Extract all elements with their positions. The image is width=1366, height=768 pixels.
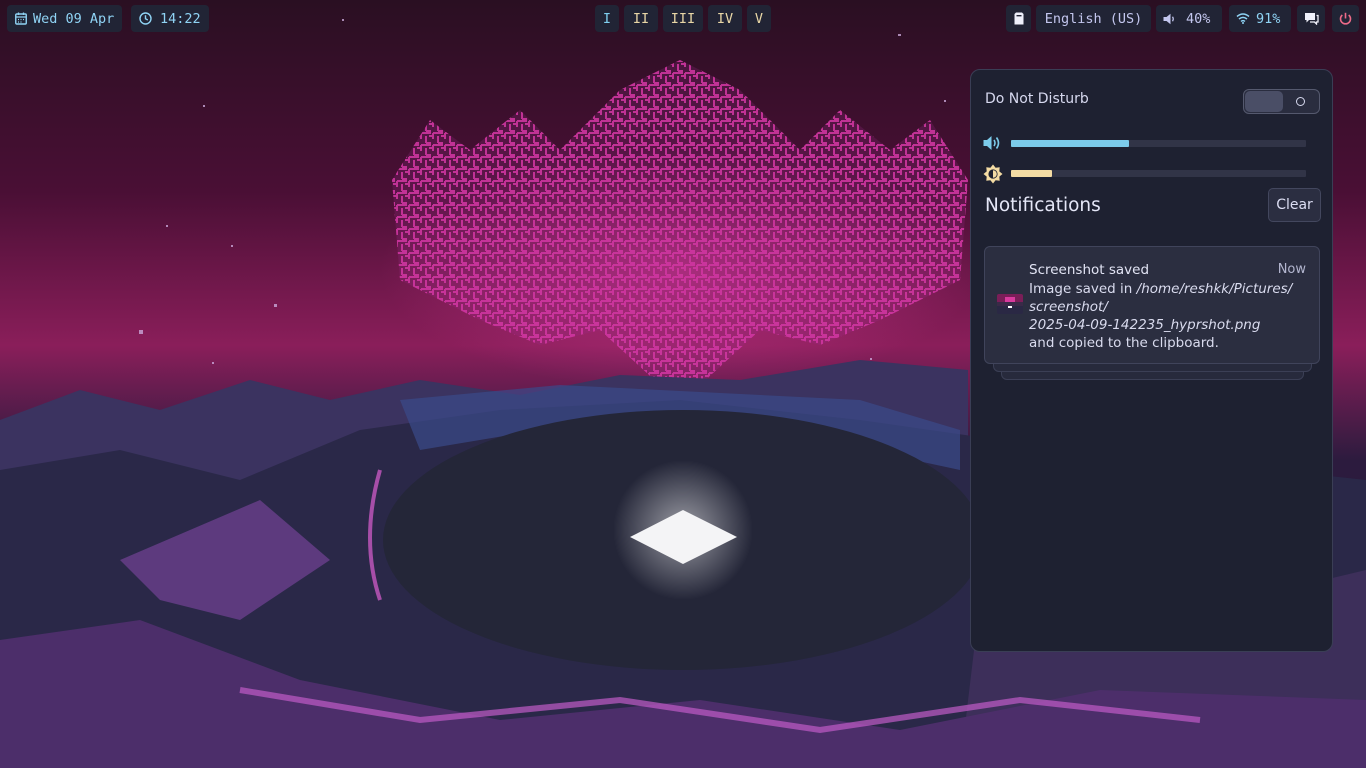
dnd-label: Do Not Disturb bbox=[985, 91, 1089, 107]
volume-slider-fill bbox=[1011, 140, 1129, 147]
speaker-icon bbox=[1163, 13, 1176, 25]
screenshot-thumbnail-icon bbox=[997, 294, 1023, 314]
notification-path-line2: screenshot/ bbox=[1029, 299, 1108, 315]
workspace-1[interactable]: I bbox=[595, 5, 619, 32]
notification-time: Now bbox=[1277, 262, 1306, 277]
date-label: Wed 09 Apr bbox=[33, 10, 115, 27]
notification-body: Image saved in /home/reshkk/Pictures/ sc… bbox=[1029, 280, 1315, 352]
brightness-icon bbox=[983, 164, 1003, 188]
notification-card[interactable]: Screenshot saved Now Image saved in /hom… bbox=[984, 246, 1320, 364]
time-label: 14:22 bbox=[160, 10, 201, 27]
notification-summary: Screenshot saved bbox=[1029, 262, 1150, 278]
calendar-icon bbox=[15, 12, 27, 25]
dnd-toggle[interactable] bbox=[1243, 89, 1320, 114]
notification-body-suffix: and copied to the clipboard. bbox=[1029, 335, 1219, 351]
workspace-label: I bbox=[602, 10, 612, 27]
keyboard-layout-label: English (US) bbox=[1044, 10, 1143, 27]
workspace-2[interactable]: II bbox=[624, 5, 658, 32]
notification-center-button[interactable] bbox=[1297, 5, 1325, 32]
workspace-label: IV bbox=[716, 10, 734, 27]
power-button[interactable] bbox=[1332, 5, 1359, 32]
keyboard-layout-widget[interactable]: English (US) bbox=[1036, 5, 1151, 32]
volume-widget[interactable]: 40% bbox=[1156, 5, 1222, 32]
workspace-5[interactable]: V bbox=[747, 5, 771, 32]
workspace-label: II bbox=[632, 10, 650, 27]
control-center-panel: Do Not Disturb Notifications Clear Scree… bbox=[970, 69, 1333, 652]
notification-chat-icon bbox=[1304, 12, 1319, 25]
wifi-label: 91% bbox=[1256, 10, 1281, 27]
brightness-slider[interactable] bbox=[1011, 170, 1306, 177]
power-icon bbox=[1339, 12, 1352, 25]
workspace-label: V bbox=[754, 10, 764, 27]
clock-icon bbox=[139, 12, 152, 25]
clock-widget[interactable]: 14:22 bbox=[131, 5, 209, 32]
date-widget[interactable]: Wed 09 Apr bbox=[7, 5, 122, 32]
clear-button-label: Clear bbox=[1276, 197, 1313, 213]
brightness-slider-fill bbox=[1011, 170, 1053, 177]
workspace-4[interactable]: IV bbox=[708, 5, 742, 32]
notification-path-line3: 2025-04-09-142235_hyprshot.png bbox=[1029, 317, 1261, 333]
wifi-icon bbox=[1236, 13, 1250, 24]
workspace-label: III bbox=[670, 10, 696, 27]
dnd-off-indicator bbox=[1296, 97, 1305, 106]
notifications-heading: Notifications bbox=[985, 195, 1101, 216]
notification-path-line1: /home/reshkk/Pictures/ bbox=[1136, 281, 1293, 297]
volume-icon bbox=[983, 135, 1001, 155]
dnd-toggle-knob bbox=[1245, 91, 1283, 112]
clear-notifications-button[interactable]: Clear bbox=[1268, 188, 1321, 222]
notification-body-prefix: Image saved in bbox=[1029, 281, 1133, 297]
clipboard-icon bbox=[1014, 12, 1024, 25]
wifi-widget[interactable]: 91% bbox=[1229, 5, 1291, 32]
workspace-3[interactable]: III bbox=[663, 5, 703, 32]
volume-label: 40% bbox=[1186, 10, 1211, 27]
volume-slider[interactable] bbox=[1011, 140, 1306, 147]
clipboard-button[interactable] bbox=[1006, 5, 1031, 32]
